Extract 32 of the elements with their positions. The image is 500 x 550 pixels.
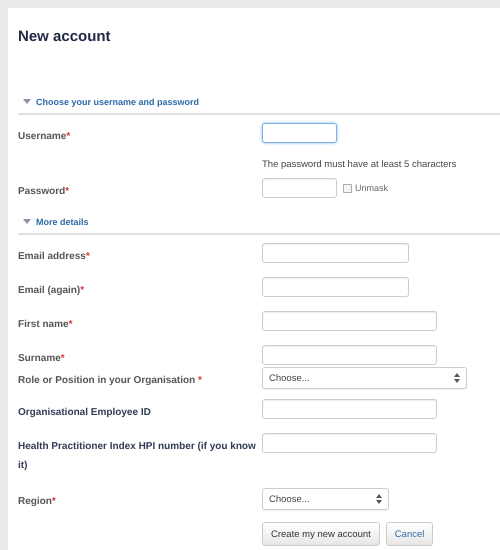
field-label: Username* <box>18 131 70 142</box>
caret-icon <box>23 219 31 225</box>
hint-text: The password must have at least 5 characters <box>262 159 456 170</box>
input-field[interactable] <box>262 123 337 143</box>
submit-button[interactable]: Create my new account <box>262 522 380 546</box>
section-toggle[interactable]: More details <box>18 217 89 227</box>
input-field[interactable] <box>262 433 437 453</box>
section-toggle[interactable]: Choose your username and password <box>18 97 200 107</box>
field-label: Organisational Employee ID <box>18 407 151 418</box>
input-field[interactable] <box>262 311 437 331</box>
field-label: Email address* <box>18 251 90 262</box>
updown-icon <box>376 494 382 504</box>
cancel-button[interactable]: Cancel <box>386 522 434 546</box>
select-dropdown[interactable]: Choose... <box>262 367 467 389</box>
field-label: Region* <box>18 496 56 507</box>
input-field[interactable] <box>262 399 437 419</box>
field-label: First name* <box>18 319 72 330</box>
field-label: Health Practitioner Index HPI number (if you know it) <box>18 441 256 471</box>
input-field[interactable] <box>262 277 409 297</box>
input-field[interactable] <box>262 243 409 263</box>
input-field[interactable] <box>262 345 437 365</box>
checkbox-label: Unmask <box>355 183 388 193</box>
field-label: Email (again)* <box>18 285 84 296</box>
checkbox[interactable] <box>343 184 352 192</box>
caret-icon <box>23 99 31 105</box>
select-dropdown[interactable]: Choose... <box>262 488 389 510</box>
field-label: Surname* <box>18 353 65 364</box>
input-field[interactable] <box>262 178 337 198</box>
page-title: New account <box>18 27 112 45</box>
field-label: Role or Position in your Organisation * <box>18 375 202 386</box>
updown-icon <box>454 373 460 383</box>
field-label: Password* <box>18 186 70 197</box>
